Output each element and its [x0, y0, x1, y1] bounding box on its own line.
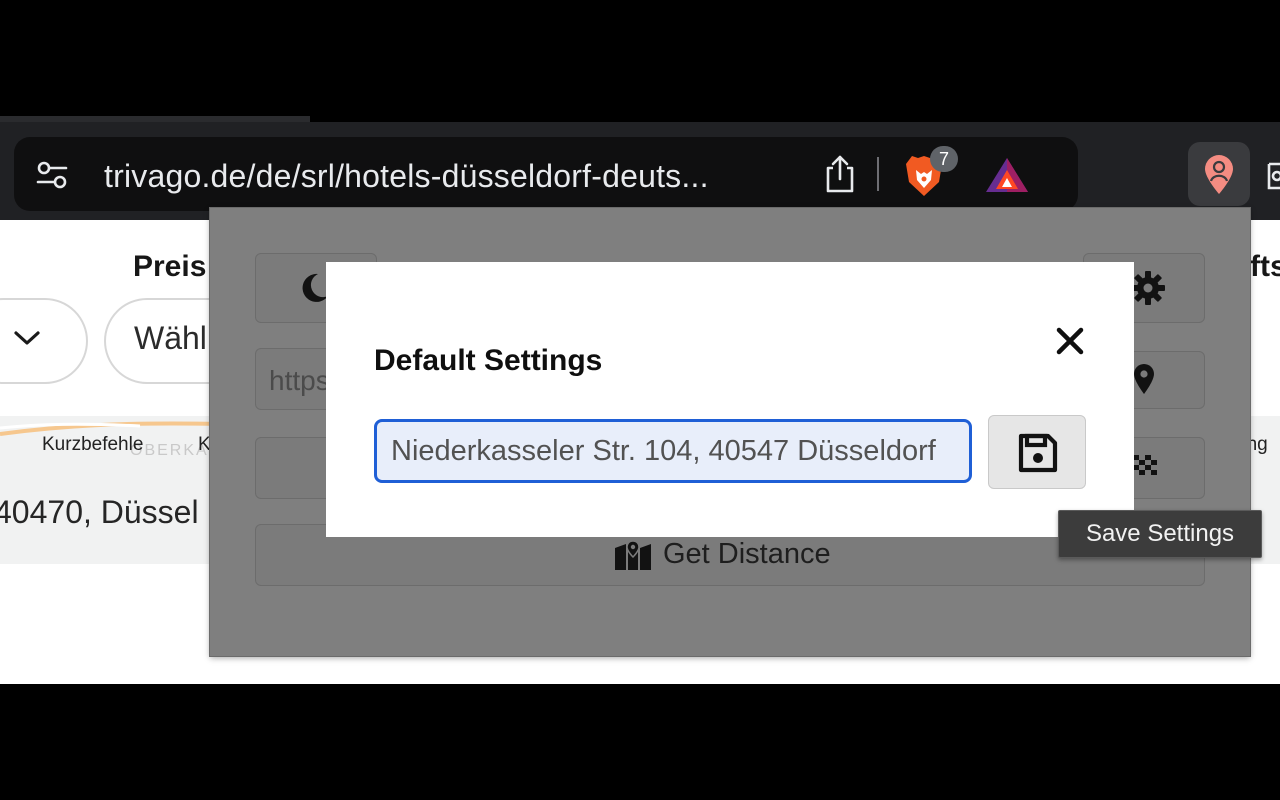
default-address-input[interactable] [374, 419, 972, 483]
screen: trivago.de/de/srl/hotels-düsseldorf-deut… [0, 0, 1280, 800]
share-icon[interactable] [822, 154, 858, 194]
floppy-disk-icon [1018, 433, 1058, 473]
tune-icon[interactable] [36, 160, 68, 190]
url-divider [877, 157, 879, 191]
shields-count-badge: 7 [930, 146, 958, 172]
chevron-down-icon [14, 331, 40, 345]
checkered-flag-icon [1133, 455, 1157, 475]
price-filter-label: Preis [133, 250, 207, 283]
person-pin-icon [1205, 155, 1233, 194]
default-settings-modal: Default Settings [326, 262, 1134, 537]
get-distance-label: Get Distance [663, 538, 831, 570]
close-icon[interactable] [1054, 324, 1086, 358]
modal-title: Default Settings [374, 344, 603, 377]
gear-icon [1131, 271, 1165, 305]
save-settings-tooltip: Save Settings [1058, 510, 1262, 558]
url-text[interactable]: trivago.de/de/srl/hotels-düsseldorf-deut… [104, 154, 709, 198]
hotel-address: 40470, Düssel [0, 494, 199, 530]
map-shortcuts-link[interactable]: Kurzbefehle [42, 434, 143, 456]
filter-label-right: fts [1250, 250, 1280, 283]
price-select-text: Wähl [134, 320, 207, 356]
map-pin-icon [1134, 364, 1154, 394]
save-settings-button[interactable] [988, 415, 1086, 489]
brave-rewards-icon[interactable] [984, 156, 1030, 194]
map-label-partial: K [198, 434, 211, 455]
extensions-puzzle-icon[interactable] [1266, 160, 1280, 192]
map-icon [615, 540, 651, 570]
url-input-text: https [269, 365, 330, 396]
